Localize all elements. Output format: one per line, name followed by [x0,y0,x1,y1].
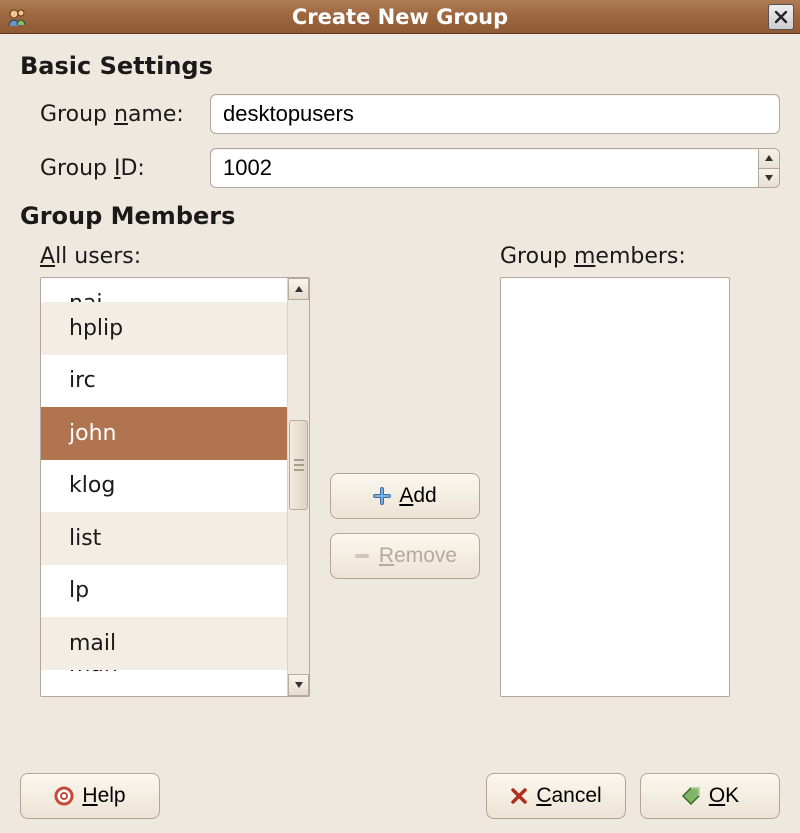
group-id-up-button[interactable] [759,149,779,169]
list-item[interactable]: klog [41,460,287,513]
cancel-icon [510,787,528,805]
list-item[interactable]: mail [41,617,287,670]
triangle-down-icon [295,682,303,688]
label-group-id: Group ID: [40,156,210,181]
group-id-input[interactable] [210,148,758,188]
list-item-label: hplip [69,316,123,341]
group-id-down-button[interactable] [759,169,779,188]
plus-icon [373,487,391,505]
triangle-up-icon [295,286,303,292]
list-item-label: irc [69,368,96,393]
app-users-icon [6,6,28,28]
list-item-label: list [69,526,101,551]
group-members-listbox[interactable] [500,277,730,697]
list-item-label: man [69,670,118,677]
list-item[interactable]: nai [41,278,287,302]
scroll-track[interactable] [288,300,309,674]
triangle-up-icon [765,155,773,161]
list-item-label: lp [69,578,89,603]
list-item[interactable]: irc [41,355,287,408]
scroll-thumb[interactable] [289,420,308,510]
list-item[interactable]: man [41,670,287,697]
scroll-down-button[interactable] [288,674,309,696]
group-members-heading: Group Members [20,202,780,230]
list-item[interactable]: hplip [41,302,287,355]
group-name-input[interactable] [210,94,780,134]
label-group-members: Group members: [500,244,730,269]
window-title: Create New Group [0,5,800,29]
ok-icon [681,786,701,806]
ok-button[interactable]: OK [640,773,780,819]
close-button[interactable] [768,4,794,30]
scroll-up-button[interactable] [288,278,309,300]
list-item[interactable]: john [41,407,287,460]
all-users-listbox[interactable]: nai hplip irc john klog list lp mail man [40,277,310,697]
label-all-users: All users: [40,244,310,269]
list-item[interactable]: list [41,512,287,565]
minus-icon [353,547,371,565]
close-icon [774,10,788,24]
help-button[interactable]: Help [20,773,160,819]
help-icon [54,786,74,806]
list-item-label: mail [69,631,116,656]
list-item-label: nai [69,291,103,302]
all-users-scrollbar [287,278,309,696]
window-titlebar: Create New Group [0,0,800,34]
group-id-spinner [758,148,780,188]
list-item[interactable]: lp [41,565,287,618]
basic-settings-heading: Basic Settings [20,52,780,80]
row-group-name: Group name: [40,94,780,134]
list-item-label: klog [69,473,115,498]
add-button[interactable]: Add [330,473,480,519]
row-group-id: Group ID: [40,148,780,188]
remove-button[interactable]: Remove [330,533,480,579]
list-item-label: john [69,421,116,446]
cancel-button[interactable]: Cancel [486,773,626,819]
triangle-down-icon [765,175,773,181]
label-group-name: Group name: [40,102,210,127]
